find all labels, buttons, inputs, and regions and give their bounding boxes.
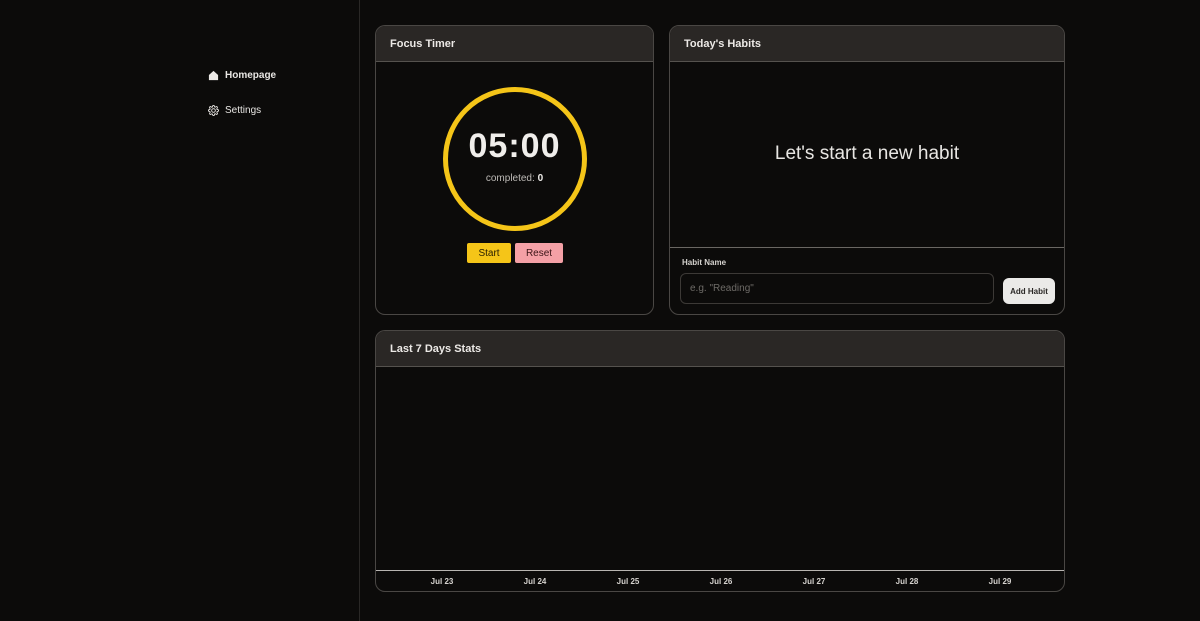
- stats-x-axis: [376, 570, 1064, 571]
- divider: [670, 247, 1064, 248]
- add-habit-button[interactable]: Add Habit: [1003, 278, 1055, 304]
- gear-icon: [208, 105, 219, 116]
- sidebar-item-label: Settings: [225, 105, 262, 116]
- x-tick-label: Jul 28: [895, 577, 919, 586]
- reset-button[interactable]: Reset: [515, 243, 563, 263]
- sidebar: Homepage Settings: [0, 0, 360, 621]
- home-icon: [208, 70, 219, 81]
- x-tick-label: Jul 29: [988, 577, 1012, 586]
- sidebar-item-homepage[interactable]: Homepage: [208, 70, 276, 81]
- sidebar-item-settings[interactable]: Settings: [208, 105, 261, 116]
- habits-empty-message: Let's start a new habit: [774, 143, 960, 164]
- stats-card: Last 7 Days Stats Jul 23 Jul 24 Jul 25 J…: [375, 330, 1065, 592]
- completed-label: completed:: [485, 173, 535, 184]
- completed-counter: completed: 0: [376, 173, 653, 184]
- x-tick-label: Jul 24: [523, 577, 547, 586]
- habit-name-label: Habit Name: [682, 258, 727, 267]
- x-tick-label: Jul 25: [616, 577, 640, 586]
- x-tick-label: Jul 26: [709, 577, 733, 586]
- focus-timer-card: Focus Timer 05:00 completed: 0 Start Res…: [375, 25, 654, 315]
- start-button[interactable]: Start: [467, 243, 511, 263]
- habits-title: Today's Habits: [670, 26, 1064, 62]
- habits-card: Today's Habits Let's start a new habit H…: [669, 25, 1065, 315]
- focus-timer-title: Focus Timer: [376, 26, 653, 62]
- completed-count: 0: [537, 173, 544, 184]
- x-tick-label: Jul 27: [802, 577, 826, 586]
- habit-name-input[interactable]: [680, 273, 994, 304]
- stats-title: Last 7 Days Stats: [376, 331, 1064, 367]
- x-tick-label: Jul 23: [430, 577, 454, 586]
- sidebar-item-label: Homepage: [225, 70, 277, 81]
- timer-display: 05:00: [468, 127, 561, 165]
